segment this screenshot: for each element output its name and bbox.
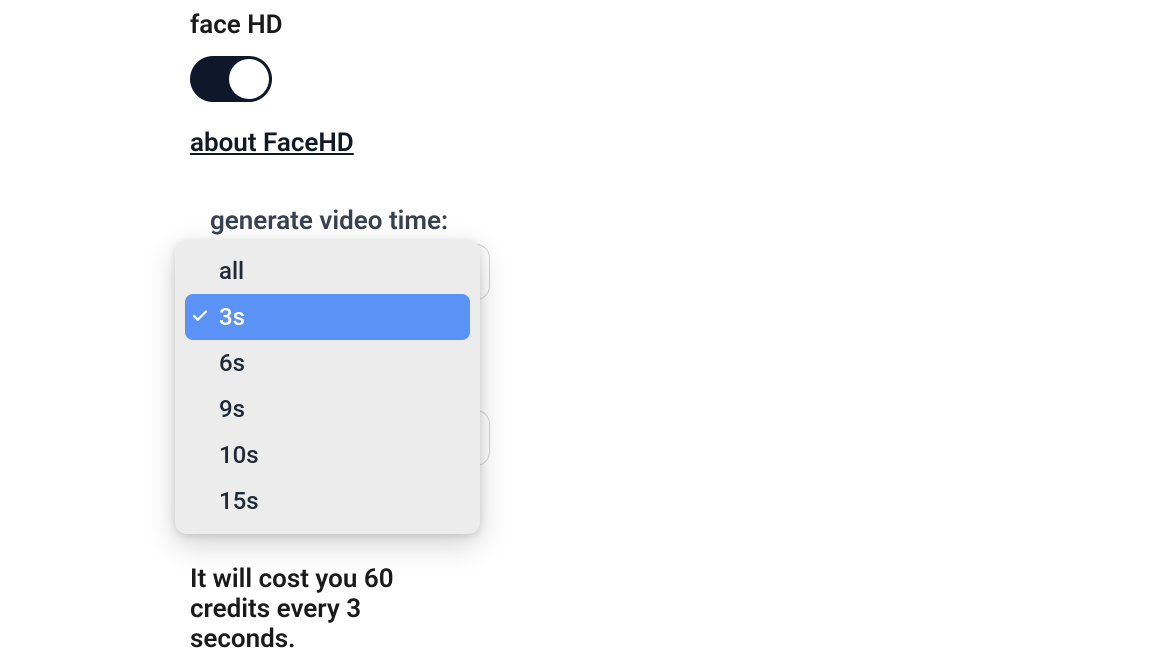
option-label: all [219, 257, 244, 285]
option-6s[interactable]: 6s [185, 340, 470, 386]
check-icon [191, 303, 209, 331]
option-label: 15s [219, 487, 259, 515]
toggle-knob [229, 59, 269, 99]
cost-text: It will cost you 60 credits every 3 seco… [190, 564, 448, 654]
option-all[interactable]: all [185, 248, 470, 294]
option-label: 9s [219, 395, 245, 423]
option-9s[interactable]: 9s [185, 386, 470, 432]
face-hd-toggle[interactable] [190, 56, 272, 102]
option-3s[interactable]: 3s [185, 294, 470, 340]
option-label: 6s [219, 349, 245, 377]
video-time-dropdown-menu: all 3s 6s 9s [175, 240, 480, 534]
option-label: 3s [219, 303, 245, 331]
face-hd-label: face HD [190, 10, 448, 40]
option-10s[interactable]: 10s [185, 432, 470, 478]
about-facehd-link[interactable]: about FaceHD [190, 128, 354, 158]
option-label: 10s [219, 441, 259, 469]
video-time-label: generate video time: [210, 206, 448, 236]
option-15s[interactable]: 15s [185, 478, 470, 524]
